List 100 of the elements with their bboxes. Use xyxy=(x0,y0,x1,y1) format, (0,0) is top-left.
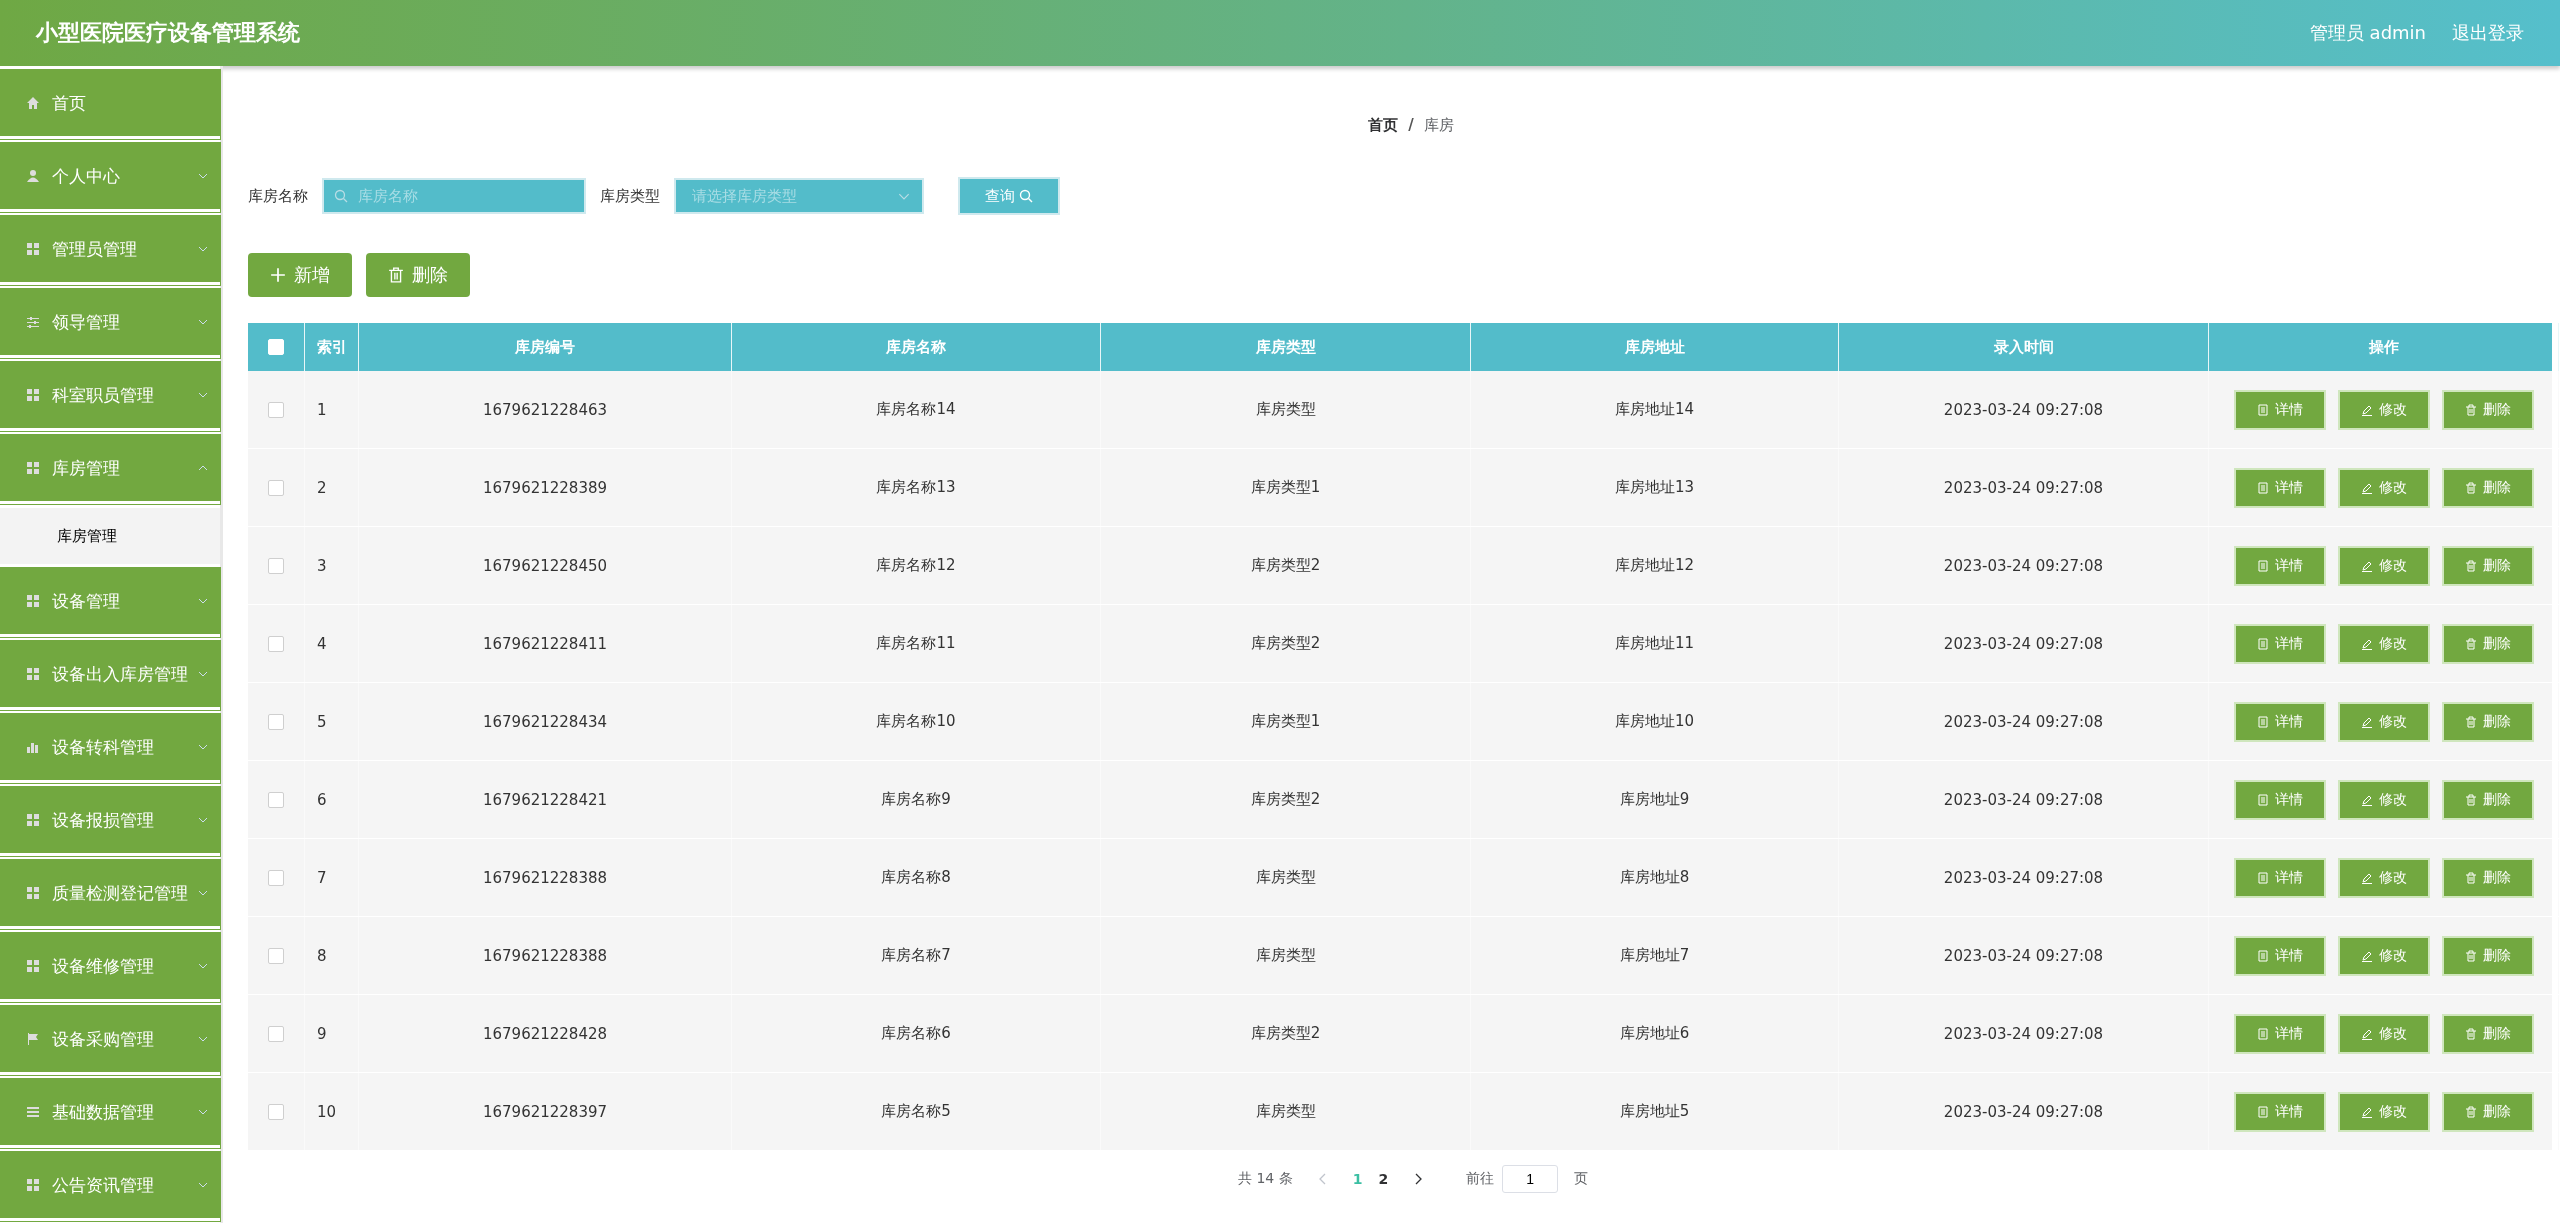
edit-button[interactable]: 修改 xyxy=(2337,1091,2430,1132)
search-icon xyxy=(1019,189,1033,203)
detail-button[interactable]: 详情 xyxy=(2233,623,2326,664)
pencil-icon xyxy=(2360,1105,2373,1118)
edit-button[interactable]: 修改 xyxy=(2337,389,2430,430)
detail-button[interactable]: 详情 xyxy=(2233,1091,2326,1132)
table-cell: 库房类型 xyxy=(1101,1073,1471,1150)
menu-item[interactable]: 设备采购管理 xyxy=(0,1006,220,1075)
select-all-checkbox[interactable] xyxy=(268,339,284,355)
user-icon xyxy=(26,169,40,183)
menu-item[interactable]: 设备管理 xyxy=(0,568,220,637)
edit-button[interactable]: 修改 xyxy=(2337,701,2430,742)
detail-button[interactable]: 详情 xyxy=(2233,389,2326,430)
edit-button[interactable]: 修改 xyxy=(2337,545,2430,586)
next-page-icon[interactable] xyxy=(1414,1173,1423,1185)
trash-icon xyxy=(2464,559,2477,572)
delete-button[interactable]: 删除 xyxy=(366,253,470,297)
type-select[interactable]: 请选择库房类型 xyxy=(674,178,924,214)
detail-button[interactable]: 详情 xyxy=(2233,701,2326,742)
menu-item[interactable]: 设备转科管理 xyxy=(0,714,220,783)
delete-button[interactable]: 删除 xyxy=(2441,701,2534,742)
table-cell: 4 xyxy=(305,605,359,682)
menu-item[interactable]: 质量检测登记管理 xyxy=(0,860,220,929)
delete-button[interactable]: 删除 xyxy=(2441,1013,2534,1054)
table-cell: 库房类型 xyxy=(1101,917,1471,994)
detail-button[interactable]: 详情 xyxy=(2233,935,2326,976)
delete-button[interactable]: 删除 xyxy=(2441,623,2534,664)
menu-item[interactable]: 设备维修管理 xyxy=(0,933,220,1002)
row-checkbox[interactable] xyxy=(268,401,284,418)
detail-button[interactable]: 详情 xyxy=(2233,1013,2326,1054)
document-icon xyxy=(2256,949,2269,962)
detail-button[interactable]: 详情 xyxy=(2233,779,2326,820)
row-checkbox[interactable] xyxy=(268,947,284,964)
menu-item[interactable]: 设备报损管理 xyxy=(0,787,220,856)
row-checkbox[interactable] xyxy=(268,791,284,808)
breadcrumb-item[interactable]: 首页 xyxy=(1368,116,1399,135)
delete-button[interactable]: 删除 xyxy=(2441,857,2534,898)
delete-button[interactable]: 删除 xyxy=(2441,779,2534,820)
delete-button[interactable]: 删除 xyxy=(2441,467,2534,508)
add-button[interactable]: 新增 xyxy=(248,253,352,297)
table-cell: 库房名称5 xyxy=(732,1073,1101,1150)
row-checkbox[interactable] xyxy=(268,1025,284,1042)
page-number[interactable]: 2 xyxy=(1378,1171,1389,1187)
delete-button[interactable]: 删除 xyxy=(2441,389,2534,430)
menu-item[interactable]: 基础数据管理 xyxy=(0,1079,220,1148)
table-cell: 3 xyxy=(305,527,359,604)
trash-icon xyxy=(2464,637,2477,650)
menu-item[interactable]: 首页 xyxy=(0,70,220,139)
delete-button[interactable]: 删除 xyxy=(2441,1091,2534,1132)
edit-button[interactable]: 修改 xyxy=(2337,1013,2430,1054)
table-cell: 库房类型2 xyxy=(1101,527,1471,604)
pencil-icon xyxy=(2360,871,2373,884)
table-cell: 2023-03-24 09:27:08 xyxy=(1839,371,2209,448)
row-checkbox[interactable] xyxy=(268,713,284,730)
trash-icon xyxy=(2464,1027,2477,1040)
grid-icon xyxy=(26,886,40,900)
search-field[interactable]: 库房名称 xyxy=(322,178,586,214)
pencil-icon xyxy=(2360,793,2373,806)
row-checkbox[interactable] xyxy=(268,635,284,652)
menu-item[interactable]: 库房管理 xyxy=(0,435,220,504)
table-cell: 库房地址11 xyxy=(1471,605,1839,682)
row-checkbox[interactable] xyxy=(268,479,284,496)
edit-button[interactable]: 修改 xyxy=(2337,467,2430,508)
menu-item[interactable]: 设备出入库房管理 xyxy=(0,641,220,710)
chevron-icon xyxy=(898,193,910,200)
table-cell: 2023-03-24 09:27:08 xyxy=(1839,839,2209,916)
user-label: 管理员 admin xyxy=(2309,21,2426,45)
row-checkbox[interactable] xyxy=(268,869,284,886)
page-number[interactable]: 1 xyxy=(1352,1171,1363,1187)
edit-button[interactable]: 修改 xyxy=(2337,935,2430,976)
detail-button[interactable]: 详情 xyxy=(2233,467,2326,508)
pencil-icon xyxy=(2360,715,2373,728)
edit-button[interactable]: 修改 xyxy=(2337,623,2430,664)
chevron-icon xyxy=(198,465,208,471)
delete-button[interactable]: 删除 xyxy=(2441,935,2534,976)
menu-item[interactable]: 领导管理 xyxy=(0,289,220,358)
menu-item[interactable]: 管理员管理 xyxy=(0,216,220,285)
previous-page-icon[interactable] xyxy=(1318,1173,1327,1185)
chevron-icon xyxy=(198,817,208,823)
delete-button[interactable]: 删除 xyxy=(2441,545,2534,586)
trash-icon xyxy=(2464,715,2477,728)
row-checkbox[interactable] xyxy=(268,1103,284,1120)
menu-item[interactable]: 个人中心 xyxy=(0,143,220,212)
table-cell: 2023-03-24 09:27:08 xyxy=(1839,683,2209,760)
menu-item[interactable]: 科室职员管理 xyxy=(0,362,220,431)
chevron-icon xyxy=(198,598,208,604)
chevron-icon xyxy=(198,319,208,325)
submenu-item[interactable]: 库房管理 xyxy=(0,508,220,564)
table-cell: 库房地址7 xyxy=(1471,917,1839,994)
edit-button[interactable]: 修改 xyxy=(2337,779,2430,820)
detail-button[interactable]: 详情 xyxy=(2233,545,2326,586)
detail-button[interactable]: 详情 xyxy=(2233,857,2326,898)
table-cell: 库房地址12 xyxy=(1471,527,1839,604)
table-cell: 库房类型1 xyxy=(1101,683,1471,760)
row-checkbox[interactable] xyxy=(268,557,284,574)
search-button[interactable]: 查询 xyxy=(958,177,1060,215)
page-input[interactable]: 1 xyxy=(1502,1165,1559,1193)
logout-link[interactable]: 退出登录 xyxy=(2452,21,2524,45)
edit-button[interactable]: 修改 xyxy=(2337,857,2430,898)
menu-item[interactable]: 公告资讯管理 xyxy=(0,1152,220,1221)
